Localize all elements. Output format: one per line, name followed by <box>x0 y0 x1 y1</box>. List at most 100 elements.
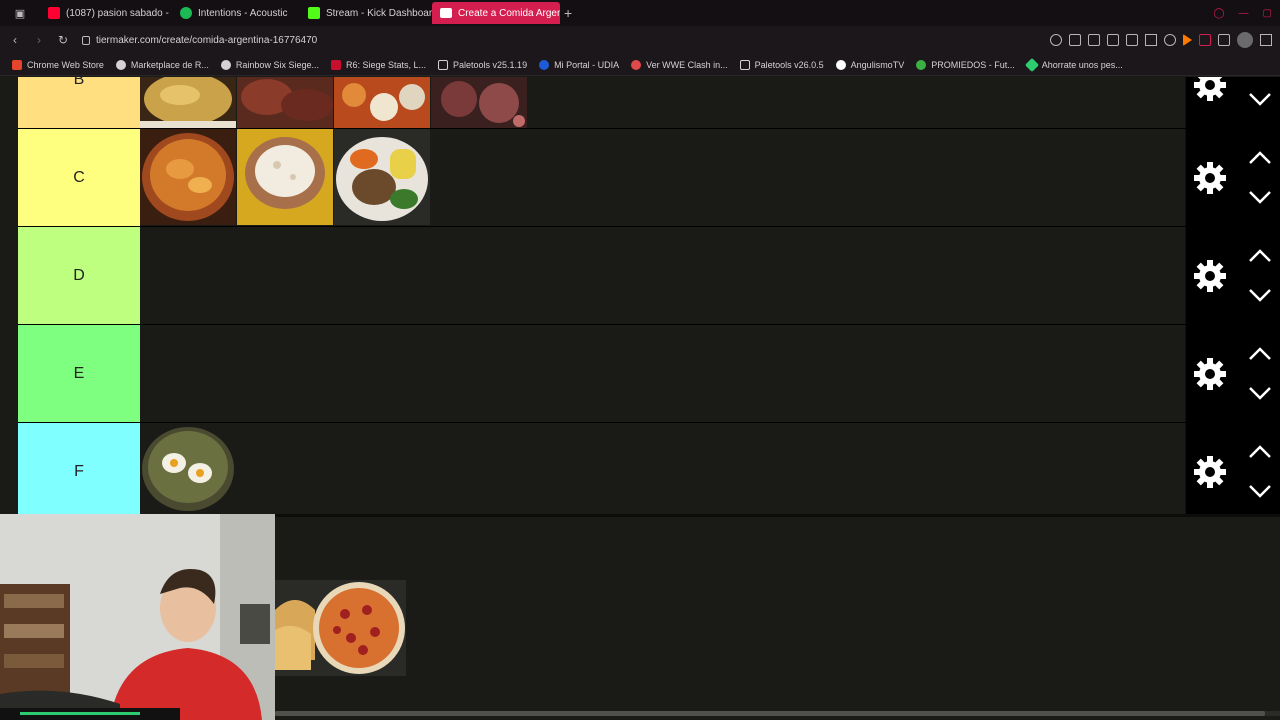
tier-items[interactable] <box>140 77 1186 128</box>
screenshot-icon[interactable] <box>1088 34 1100 46</box>
bookmarks-bar: Chrome Web Store Marketplace de R... Rai… <box>0 54 1280 76</box>
tiermaker-icon <box>440 8 452 18</box>
food-image-pizza-empanadas[interactable] <box>275 580 406 676</box>
avatar[interactable] <box>1237 32 1253 48</box>
bookmark-rainbow-six[interactable]: Rainbow Six Siege... <box>220 59 319 70</box>
tier-controls <box>1186 423 1280 514</box>
chevron-down-icon[interactable] <box>1248 386 1272 400</box>
food-image-eggs-pan[interactable] <box>140 423 236 514</box>
udia-icon <box>539 59 550 70</box>
tab-tiermaker[interactable]: Create a Comida Argentina <box>432 2 560 24</box>
tab-label: Create a Comida Argentina <box>458 7 560 19</box>
tab-label: (1087) pasion sabado - Yo <box>66 7 172 19</box>
pin-icon[interactable] <box>1069 34 1081 46</box>
tier-label[interactable]: D <box>18 227 140 324</box>
bookmark-marketplace[interactable]: Marketplace de R... <box>115 59 209 70</box>
tab-label: Stream - Kick Dashboard <box>326 7 432 19</box>
tier-row-d: D <box>18 227 1280 324</box>
chevron-down-icon[interactable] <box>1248 288 1272 302</box>
chevron-up-icon[interactable] <box>1248 445 1272 459</box>
back-icon[interactable]: ‹ <box>6 33 24 47</box>
tier-label[interactable]: B <box>18 77 140 128</box>
bookmark-promiedos[interactable]: PROMIEDOS - Fut... <box>916 59 1015 70</box>
search-tabs-icon[interactable]: ◯ <box>1213 8 1224 19</box>
tab-bar: ▣ (1087) pasion sabado - Yo Intentions -… <box>0 0 1280 26</box>
download-icon[interactable] <box>1260 34 1272 46</box>
chevron-down-icon[interactable] <box>1248 92 1272 106</box>
food-image-puchero[interactable] <box>334 129 430 225</box>
tier-row-f: F <box>18 423 1280 514</box>
food-image-polenta[interactable] <box>237 129 333 225</box>
gear-icon[interactable] <box>1194 260 1226 292</box>
bookmark-chrome-web-store[interactable]: Chrome Web Store <box>12 59 104 70</box>
url-field[interactable]: tiermaker.com/create/comida-argentina-16… <box>82 35 317 46</box>
chevron-down-icon[interactable] <box>1248 484 1272 498</box>
window-controls: ◯ — ▢ <box>1213 8 1280 19</box>
horizontal-scrollbar-thumb[interactable] <box>275 711 1265 716</box>
tab-search-icon[interactable]: ▣ <box>0 0 40 26</box>
bookmark-paletools-25[interactable]: Paletools v25.1.19 <box>438 59 527 70</box>
media-play-icon[interactable] <box>1183 34 1192 46</box>
food-image-stew[interactable] <box>140 129 236 225</box>
play-icon[interactable] <box>1145 34 1157 46</box>
tab-kick[interactable]: Stream - Kick Dashboard <box>300 2 432 24</box>
document-icon <box>739 59 750 70</box>
youtube-icon <box>48 7 60 19</box>
wwe-icon <box>631 59 642 70</box>
spotify-icon <box>180 7 192 19</box>
gear-icon[interactable] <box>1194 358 1226 390</box>
chrome-store-icon <box>12 59 22 70</box>
tier-label[interactable]: F <box>18 423 140 514</box>
tier-controls <box>1186 325 1280 422</box>
tier-items[interactable] <box>140 129 1186 226</box>
bookmark-ahorrate[interactable]: Ahorrate unos pes... <box>1024 57 1123 72</box>
tab-spotify[interactable]: Intentions - Acoustic <box>172 2 300 24</box>
food-image-grilled-meat[interactable] <box>431 77 527 128</box>
chevron-up-icon[interactable] <box>1248 249 1272 263</box>
extensions-icon[interactable] <box>1218 34 1230 46</box>
r6-stats-icon <box>330 59 341 70</box>
food-image-ravioli[interactable] <box>334 77 430 128</box>
tier-items[interactable] <box>140 423 1186 514</box>
extension-badge-icon[interactable] <box>1199 34 1211 46</box>
kick-icon <box>308 7 320 19</box>
lock-icon <box>82 35 90 45</box>
bookmark-angulismo[interactable]: AngulismoTV <box>835 59 904 70</box>
food-image-noodles[interactable] <box>140 77 236 128</box>
minimize-icon[interactable]: — <box>1239 8 1249 19</box>
heart-icon[interactable] <box>1164 34 1176 46</box>
gear-icon[interactable] <box>1194 77 1226 101</box>
ahorrate-icon <box>1024 57 1039 72</box>
tier-label[interactable]: E <box>18 325 140 422</box>
tier-controls <box>1186 227 1280 324</box>
bookmark-r6-stats[interactable]: R6: Siege Stats, L... <box>330 59 426 70</box>
food-image-sausages[interactable] <box>237 77 333 128</box>
translate-icon[interactable] <box>1126 34 1138 46</box>
tier-row-e: E <box>18 325 1280 422</box>
zoom-icon[interactable] <box>1050 34 1062 46</box>
bookmark-mi-portal[interactable]: Mi Portal - UDIA <box>539 59 619 70</box>
chevron-up-icon[interactable] <box>1248 347 1272 361</box>
tier-items[interactable] <box>140 227 1186 324</box>
shield-icon[interactable] <box>1107 34 1119 46</box>
promiedos-icon <box>916 59 927 70</box>
bookmark-wwe[interactable]: Ver WWE Clash in... <box>631 59 728 70</box>
reload-icon[interactable]: ↻ <box>54 33 72 47</box>
address-bar: ‹ › ↻ tiermaker.com/create/comida-argent… <box>0 26 1280 54</box>
bookmark-paletools-26[interactable]: Paletools v26.0.5 <box>739 59 824 70</box>
new-tab-button[interactable]: + <box>560 5 572 21</box>
forward-icon[interactable]: › <box>30 33 48 47</box>
tier-controls <box>1186 77 1280 128</box>
tier-row-b: B <box>18 77 1280 128</box>
chevron-up-icon[interactable] <box>1248 151 1272 165</box>
tab-youtube[interactable]: (1087) pasion sabado - Yo <box>40 2 172 24</box>
globe-icon <box>835 59 846 70</box>
tier-label[interactable]: C <box>18 129 140 226</box>
chevron-down-icon[interactable] <box>1248 190 1272 204</box>
gear-icon[interactable] <box>1194 456 1226 488</box>
document-icon <box>438 59 449 70</box>
gear-icon[interactable] <box>1194 162 1226 194</box>
tier-items[interactable] <box>140 325 1186 422</box>
tier-list: B C D E F <box>18 77 1280 514</box>
maximize-icon[interactable]: ▢ <box>1263 8 1272 19</box>
